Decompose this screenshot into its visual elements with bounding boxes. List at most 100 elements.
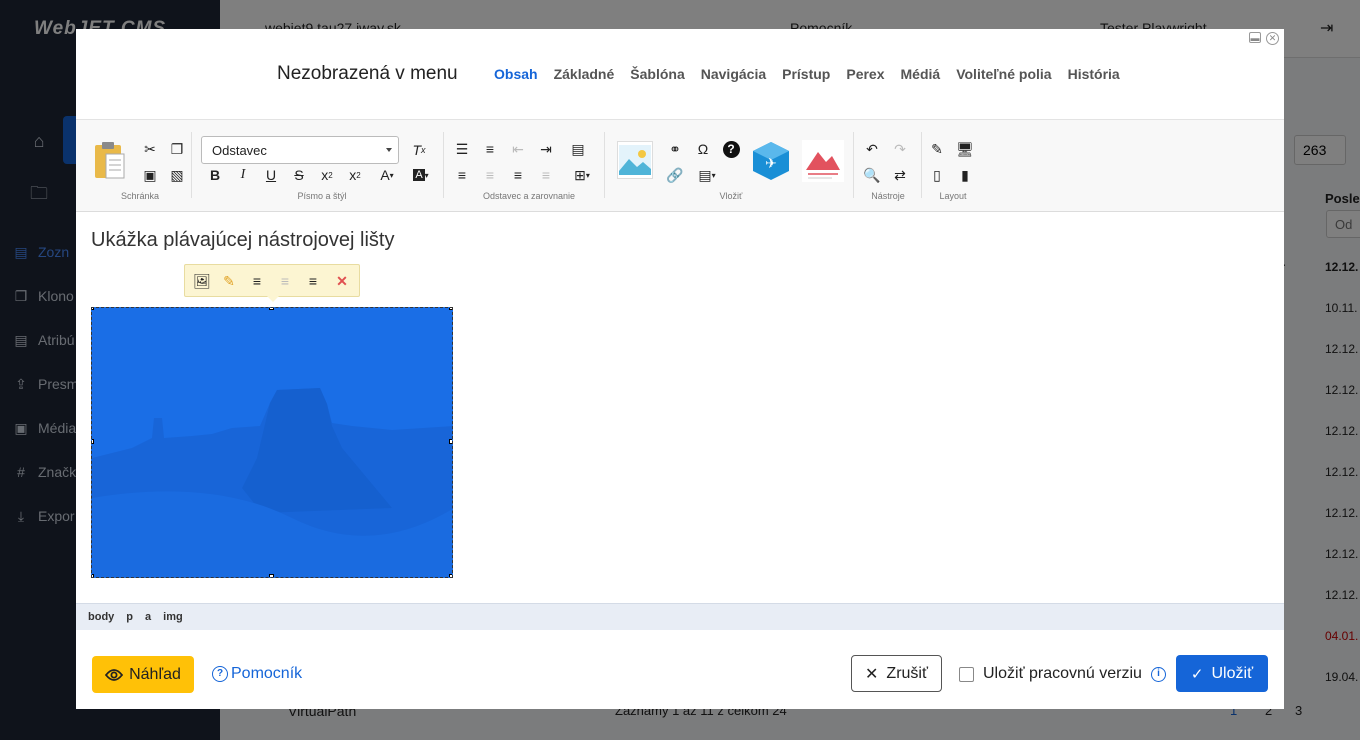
resize-handle[interactable]	[449, 308, 452, 310]
image-properties-icon[interactable]: 🖼	[191, 270, 213, 292]
floating-image-toolbar: 🖼 ✎ ≡ ≡ ≡ ✕	[184, 264, 360, 302]
paste-word-icon[interactable]: ▧	[166, 164, 188, 186]
path-item-p[interactable]: p	[126, 611, 133, 623]
save-draft-label[interactable]: Uložiť pracovnú verziu	[983, 665, 1142, 683]
resize-handle[interactable]	[449, 439, 452, 444]
tab-content[interactable]: Obsah	[494, 66, 538, 82]
modal-title: Nezobrazená v menu	[277, 63, 458, 84]
maximize-icon[interactable]: ▬	[1249, 32, 1261, 43]
remove-image-icon[interactable]: ✕	[331, 270, 353, 292]
separator	[443, 132, 444, 198]
modal-footer: Náhľad ? Pomocník ✕ Zrušiť Uložiť pracov…	[76, 630, 1284, 709]
italic-icon[interactable]: I	[232, 164, 254, 186]
editor-content[interactable]: Ukážka plávajúcej nástrojovej lišty 🖼 ✎ …	[76, 213, 1284, 603]
path-item-a[interactable]: a	[145, 611, 151, 623]
pencil-icon[interactable]: ✎	[218, 270, 240, 292]
background-color-icon[interactable]: A ▾	[408, 164, 434, 186]
link-icon[interactable]: 🔗	[664, 164, 686, 186]
editor-toolbar: ✂ ❐ ▣ ▧ Schránka Odstavec Tx B I U S x2 …	[76, 120, 1284, 212]
preview-button[interactable]: Náhľad	[92, 656, 194, 693]
svg-text:✈: ✈	[765, 156, 777, 172]
eye-icon	[105, 668, 124, 681]
tab-media[interactable]: Médiá	[901, 66, 941, 82]
unlink-icon[interactable]: ⚭	[664, 138, 686, 160]
info-icon[interactable]: i	[1150, 666, 1166, 682]
bold-icon[interactable]: B	[204, 164, 226, 186]
phone-icon[interactable]: ▮	[954, 164, 976, 186]
copy-icon[interactable]: ❐	[166, 138, 188, 160]
resize-handle[interactable]	[269, 308, 274, 310]
gallery-plugin-icon[interactable]	[802, 140, 844, 182]
page-editor-modal: ▬ ✕ Nezobrazená v menu Obsah Základné Ša…	[76, 29, 1284, 709]
resize-handle[interactable]	[269, 574, 274, 577]
replace-icon[interactable]: ⇄	[889, 164, 911, 186]
bullet-list-icon[interactable]: ☰	[451, 138, 473, 160]
group-label-layout: Layout	[939, 191, 967, 201]
find-icon[interactable]: 🔍	[861, 164, 883, 186]
resize-handle[interactable]	[92, 574, 94, 577]
remove-format-icon[interactable]: Tx	[408, 139, 430, 161]
save-button[interactable]: ✓ Uložiť	[1176, 655, 1268, 692]
align-center-icon[interactable]: ≡	[274, 270, 296, 292]
tablet-icon[interactable]: ▯	[926, 164, 948, 186]
help-icon[interactable]: ?	[720, 138, 742, 160]
desktop-icon[interactable]: 🖥	[954, 138, 976, 160]
align-center-icon[interactable]: ≡	[479, 164, 501, 186]
outdent-icon[interactable]: ⇤	[507, 138, 529, 160]
tab-basic[interactable]: Základné	[554, 66, 615, 82]
save-draft-checkbox[interactable]	[959, 666, 974, 682]
redo-icon[interactable]: ↷	[889, 138, 911, 160]
format-select[interactable]: Odstavec	[201, 136, 399, 164]
tab-template[interactable]: Šablóna	[630, 66, 684, 82]
align-left-icon[interactable]: ≡	[451, 164, 473, 186]
edit-source-icon[interactable]: ✎	[926, 138, 948, 160]
special-char-icon[interactable]: Ω	[692, 138, 714, 160]
table-icon[interactable]: ⊞ ▾	[569, 164, 595, 186]
justify-icon[interactable]: ≡	[535, 164, 557, 186]
align-left-icon[interactable]: ≡	[246, 270, 268, 292]
tab-history[interactable]: História	[1068, 66, 1120, 82]
cancel-button[interactable]: ✕ Zrušiť	[851, 655, 942, 692]
group-label-paragraph: Odstavec a zarovnanie	[482, 191, 576, 201]
floating-toolbar-pointer	[267, 296, 279, 302]
paste-icon[interactable]	[92, 140, 128, 182]
resize-handle[interactable]	[92, 308, 94, 310]
image-icon[interactable]	[617, 141, 653, 179]
tab-optional-fields[interactable]: Voliteľné polia	[956, 66, 1051, 82]
align-right-icon[interactable]: ≡	[507, 164, 529, 186]
help-link[interactable]: ? Pomocník	[212, 665, 302, 683]
underline-icon[interactable]: U	[260, 164, 282, 186]
cut-icon[interactable]: ✂	[139, 138, 161, 160]
path-item-img[interactable]: img	[163, 611, 183, 623]
content-heading[interactable]: Ukážka plávajúcej nástrojovej lišty	[91, 229, 394, 252]
tab-access[interactable]: Prístup	[782, 66, 830, 82]
close-icon[interactable]: ✕	[1266, 32, 1279, 45]
tab-navigation[interactable]: Navigácia	[701, 66, 766, 82]
group-label-font: Písmo a štýl	[297, 191, 347, 201]
form-icon[interactable]: ▤ ▾	[694, 164, 720, 186]
numbered-list-icon[interactable]: ≡	[479, 138, 501, 160]
resize-handle[interactable]	[449, 574, 452, 577]
app-plugin-icon[interactable]: ✈	[751, 140, 791, 182]
separator	[191, 132, 192, 198]
text-color-icon[interactable]: A ▾	[374, 164, 400, 186]
undo-icon[interactable]: ↶	[861, 138, 883, 160]
element-path-bar: body p a img	[76, 603, 1284, 630]
strikethrough-icon[interactable]: S	[288, 164, 310, 186]
chevron-down-icon	[386, 148, 392, 152]
superscript-icon[interactable]: x2	[344, 164, 366, 186]
paste-text-icon[interactable]: ▣	[139, 164, 161, 186]
indent-icon[interactable]: ⇥	[535, 138, 557, 160]
separator	[853, 132, 854, 198]
content-image[interactable]	[91, 307, 453, 578]
tab-perex[interactable]: Perex	[846, 66, 884, 82]
align-right-icon[interactable]: ≡	[302, 270, 324, 292]
save-draft-option: Uložiť pracovnú verziu i	[959, 665, 1166, 683]
subscript-icon[interactable]: x2	[316, 164, 338, 186]
close-icon: ✕	[865, 665, 879, 683]
path-item-body[interactable]: body	[88, 611, 114, 623]
show-blocks-icon[interactable]: ▤	[567, 138, 589, 160]
resize-handle[interactable]	[92, 439, 94, 444]
tab-bar: Obsah Základné Šablóna Navigácia Prístup…	[494, 66, 1120, 82]
check-icon: ✓	[1190, 665, 1204, 683]
